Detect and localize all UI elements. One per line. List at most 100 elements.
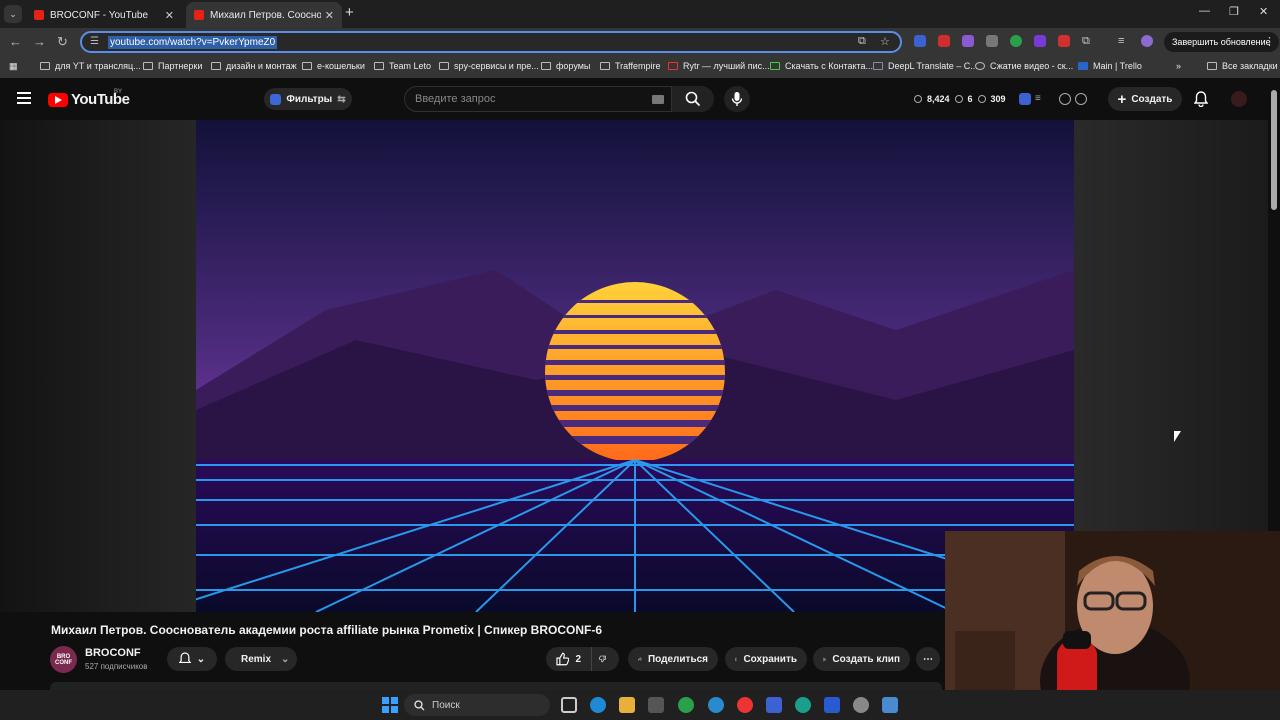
more-actions-button[interactable]: ⋯	[916, 647, 940, 671]
description-box[interactable]	[50, 682, 942, 690]
back-icon[interactable]: ←	[9, 34, 22, 49]
vidiq-icon[interactable]	[766, 697, 782, 713]
keyboard-icon[interactable]	[652, 95, 664, 104]
apps-grid-icon[interactable]: ▦	[9, 61, 18, 72]
bookmark-item[interactable]: Team Leto	[374, 61, 431, 71]
youtube-logo[interactable]: YouTube BY	[48, 89, 130, 108]
capcut-icon[interactable]	[824, 697, 840, 713]
reading-list-icon[interactable]: ≡	[1118, 35, 1124, 47]
new-tab-icon[interactable]: +	[345, 4, 354, 21]
like-button[interactable]: 2	[546, 647, 591, 671]
tab-label: Михаил Петров. Сооснователь академии рос…	[210, 9, 321, 21]
tab-search-icon[interactable]: ⌄	[4, 5, 22, 23]
bookmark-label: Traffempire	[615, 61, 661, 71]
more-bookmarks-icon[interactable]: »	[1176, 61, 1181, 71]
bookmark-item[interactable]: Партнерки	[143, 61, 202, 71]
search-input[interactable]: Введите запрос	[404, 86, 672, 112]
bookmark-icon	[735, 657, 738, 661]
extension-icon[interactable]	[1075, 93, 1087, 105]
bookmark-label: Все закладки	[1222, 61, 1278, 71]
edge-icon[interactable]	[590, 697, 606, 713]
subscription-bell-button[interactable]: ⌄	[167, 647, 217, 671]
all-bookmarks-folder[interactable]: Все закладки	[1207, 61, 1278, 71]
eye-icon	[977, 95, 986, 103]
share-button[interactable]: Поделиться	[628, 647, 718, 671]
bookmark-star-icon[interactable]: ☆	[880, 35, 890, 48]
windows-start-icon[interactable]	[382, 697, 398, 713]
voice-search-button[interactable]	[724, 86, 750, 112]
filters-button[interactable]: Фильтры ⇆	[264, 88, 352, 110]
extension-icon[interactable]	[962, 35, 974, 47]
extension-icon[interactable]	[1059, 93, 1071, 105]
dislike-button[interactable]	[591, 647, 619, 671]
tab-broconf[interactable]: BROCONF - YouTube ✕	[26, 2, 182, 28]
youtube-favicon-icon	[194, 10, 204, 20]
views-stat: 8,424	[927, 94, 950, 104]
bookmark-item[interactable]: Traffempire	[600, 61, 661, 71]
account-avatar[interactable]	[1231, 91, 1247, 107]
list-icon[interactable]: ≡	[1035, 93, 1047, 105]
extension-icon[interactable]	[1010, 35, 1022, 47]
notifications-button[interactable]	[1193, 91, 1209, 112]
search-icon	[685, 91, 701, 107]
bookmark-item[interactable]: дизайн и монтаж	[211, 61, 297, 71]
vidiq-icon[interactable]	[1019, 93, 1031, 105]
forward-icon[interactable]: →	[33, 34, 46, 49]
channel-name[interactable]: BROCONF	[85, 647, 141, 659]
app-icon[interactable]	[853, 697, 869, 713]
bookmark-item[interactable]: Rytr — лучший пис...	[668, 61, 770, 71]
clock-icon	[914, 95, 922, 103]
browser-menu-icon[interactable]: ⋮	[1264, 35, 1275, 48]
telegram-icon[interactable]	[708, 697, 724, 713]
extension-icon[interactable]	[1058, 35, 1070, 47]
close-window-icon[interactable]: ✕	[1259, 5, 1268, 18]
site-info-icon[interactable]: ☰	[90, 36, 102, 48]
address-bar[interactable]: ☰ youtube.com/watch?v=PvkerYpmeZ0	[80, 31, 902, 53]
filters-label: Фильтры	[286, 93, 333, 105]
update-button[interactable]: Завершить обновление	[1164, 32, 1279, 52]
bookmark-item[interactable]: форумы	[541, 61, 590, 71]
store-icon[interactable]	[648, 697, 664, 713]
search-button[interactable]	[672, 86, 714, 112]
channel-avatar[interactable]: BRO CONF	[50, 646, 77, 673]
tab-video[interactable]: Михаил Петров. Сооснователь академии рос…	[186, 2, 342, 28]
install-app-icon[interactable]: ⧉	[858, 35, 866, 48]
reload-icon[interactable]: ↻	[57, 34, 68, 50]
eye-icon	[954, 95, 963, 103]
profile-icon[interactable]	[1141, 35, 1153, 47]
extensions-puzzle-icon[interactable]: ⧉	[1082, 35, 1090, 48]
remix-label: Remix	[241, 653, 272, 665]
remix-button[interactable]: Remix ⌄	[225, 647, 297, 671]
create-label: Создать	[1131, 93, 1173, 105]
bookmark-item[interactable]: Сжатие видео - ск...	[975, 61, 1073, 71]
bookmark-item[interactable]: Скачать с Контакта...	[770, 61, 873, 71]
taskbar-search-input[interactable]: Поиск	[404, 694, 550, 716]
create-button[interactable]: + Создать	[1108, 87, 1182, 111]
create-clip-button[interactable]: Создать клип	[813, 647, 910, 671]
extension-icon[interactable]	[1034, 35, 1046, 47]
file-explorer-icon[interactable]	[619, 697, 635, 713]
chrome-icon[interactable]	[678, 697, 694, 713]
close-tab-icon[interactable]: ✕	[165, 9, 174, 22]
close-tab-icon[interactable]: ✕	[325, 9, 334, 22]
app-icon[interactable]	[795, 697, 811, 713]
scrollbar-thumb[interactable]	[1271, 90, 1277, 210]
extension-icon[interactable]	[938, 35, 950, 47]
task-view-icon[interactable]	[561, 697, 577, 713]
extension-icon[interactable]	[914, 35, 926, 47]
extension-icon[interactable]	[986, 35, 998, 47]
bookmark-item[interactable]: spy-сервисы и пре...	[439, 61, 539, 71]
calculator-icon[interactable]	[882, 697, 898, 713]
restore-icon[interactable]: ❐	[1229, 5, 1239, 18]
menu-icon[interactable]	[17, 92, 31, 104]
sliders-icon: ⇆	[337, 93, 346, 105]
bookmark-item[interactable]: Main | Trello	[1078, 61, 1142, 71]
yandex-icon[interactable]	[737, 697, 753, 713]
bookmark-item[interactable]: DeepL Translate – С...	[873, 61, 978, 71]
bookmark-item[interactable]: для YT и трансляц...	[40, 61, 141, 71]
bookmark-item[interactable]: e-кошельки	[302, 61, 365, 71]
mouse-cursor	[1174, 431, 1181, 442]
save-button[interactable]: Сохранить	[725, 647, 807, 671]
like-count: 2	[575, 653, 581, 665]
minimize-icon[interactable]: —	[1199, 5, 1210, 17]
